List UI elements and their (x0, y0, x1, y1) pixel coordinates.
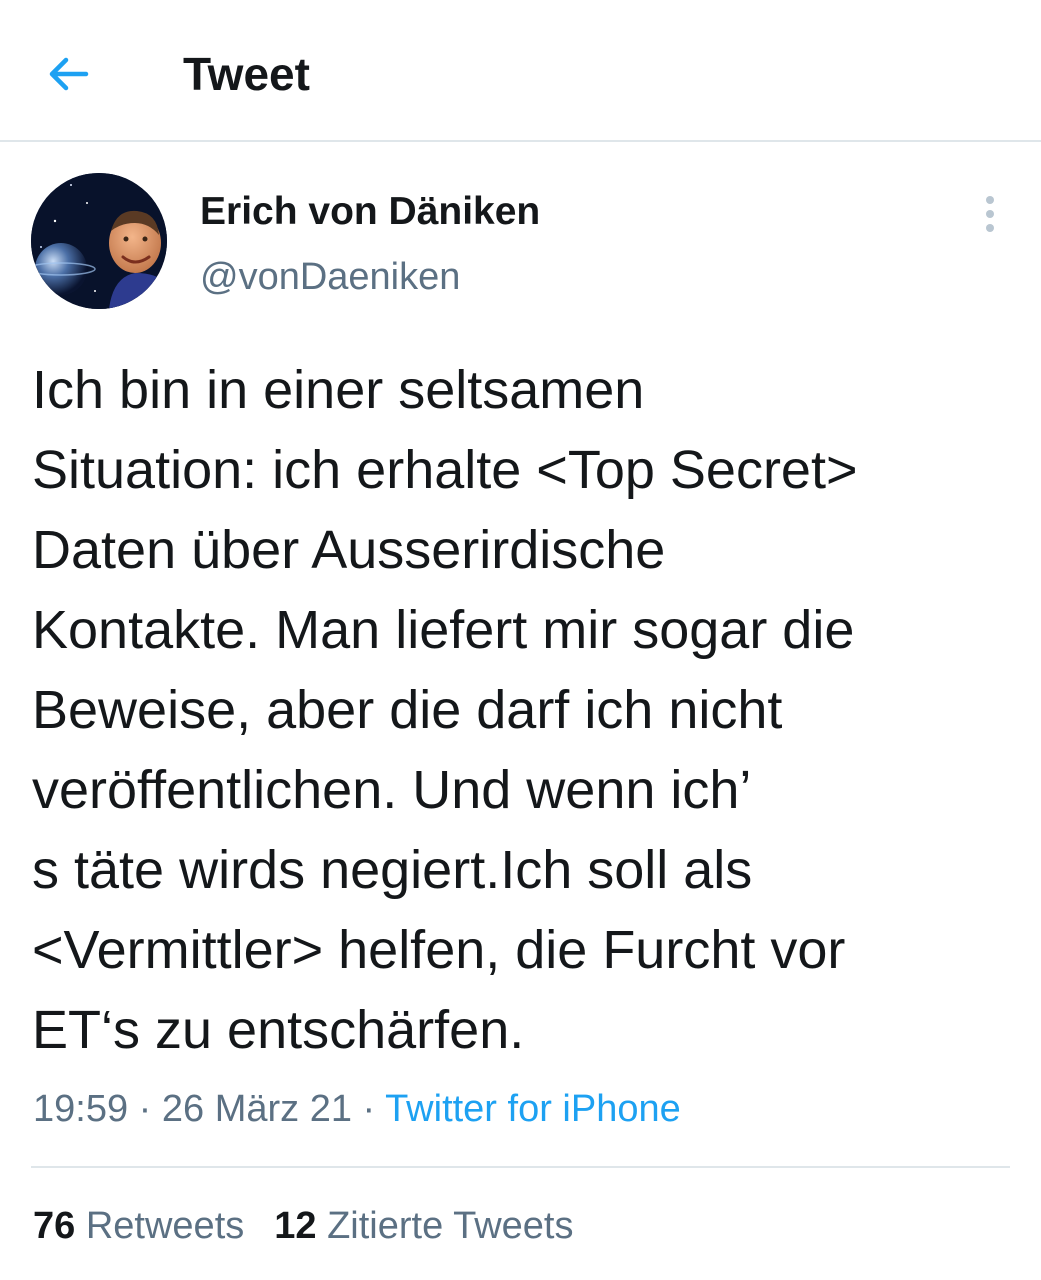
tweet-text-line: ET‘s zu entschärfen. (32, 1000, 525, 1060)
avatar[interactable] (31, 173, 167, 309)
tweet-date: 26 März 21 (161, 1088, 352, 1130)
tweet-text-line: Situation: ich erhalte <Top Secret> (32, 440, 858, 500)
top-bar: Tweet (0, 0, 1041, 142)
retweets-stat[interactable]: 76 Retweets (33, 1201, 244, 1251)
tweet-text-line: <Vermittler> helfen, die Furcht vor (32, 920, 846, 980)
tweet-text-line: Ich bin in einer seltsamen (32, 360, 645, 420)
meta-separator: · (128, 1088, 162, 1130)
tweet-text-line: Daten über Ausserirdische (32, 520, 666, 580)
back-button[interactable] (40, 48, 96, 100)
quote-tweets-stat[interactable]: 12 Zitierte Tweets (274, 1201, 573, 1251)
tweet-text: Ich bin in einer seltsamen Situation: ic… (32, 350, 1022, 1070)
divider (31, 1166, 1010, 1168)
author-handle[interactable]: @vonDaeniken (200, 254, 460, 300)
quote-tweets-label: Zitierte Tweets (327, 1205, 574, 1247)
tweet-text-line: veröffentlichen. Und wenn ich’ (32, 760, 752, 820)
tweet-stats: 76 Retweets 12 Zitierte Tweets (33, 1201, 573, 1251)
avatar-photo (31, 173, 167, 309)
tweet-text-line: Kontakte. Man liefert mir sogar die (32, 600, 855, 660)
arrow-left-icon (49, 57, 89, 91)
tweet-source-link[interactable]: Twitter for iPhone (385, 1088, 681, 1130)
tweet-text-line: s täte wirds negiert.Ich soll als (32, 840, 753, 900)
quote-tweets-count: 12 (274, 1205, 317, 1247)
more-options-button[interactable] (968, 192, 1012, 236)
page-title: Tweet (183, 48, 310, 100)
meta-separator: · (351, 1088, 386, 1130)
more-vertical-icon (986, 196, 994, 232)
tweet-text-line: Beweise, aber die darf ich nicht (32, 680, 783, 740)
retweets-count: 76 (33, 1205, 76, 1247)
tweet-time: 19:59 (33, 1088, 129, 1130)
tweet-meta: 19:59 · 26 März 21 · Twitter for iPhone (33, 1084, 681, 1134)
retweets-label: Retweets (85, 1205, 245, 1247)
author-display-name[interactable]: Erich von Däniken (200, 188, 540, 236)
